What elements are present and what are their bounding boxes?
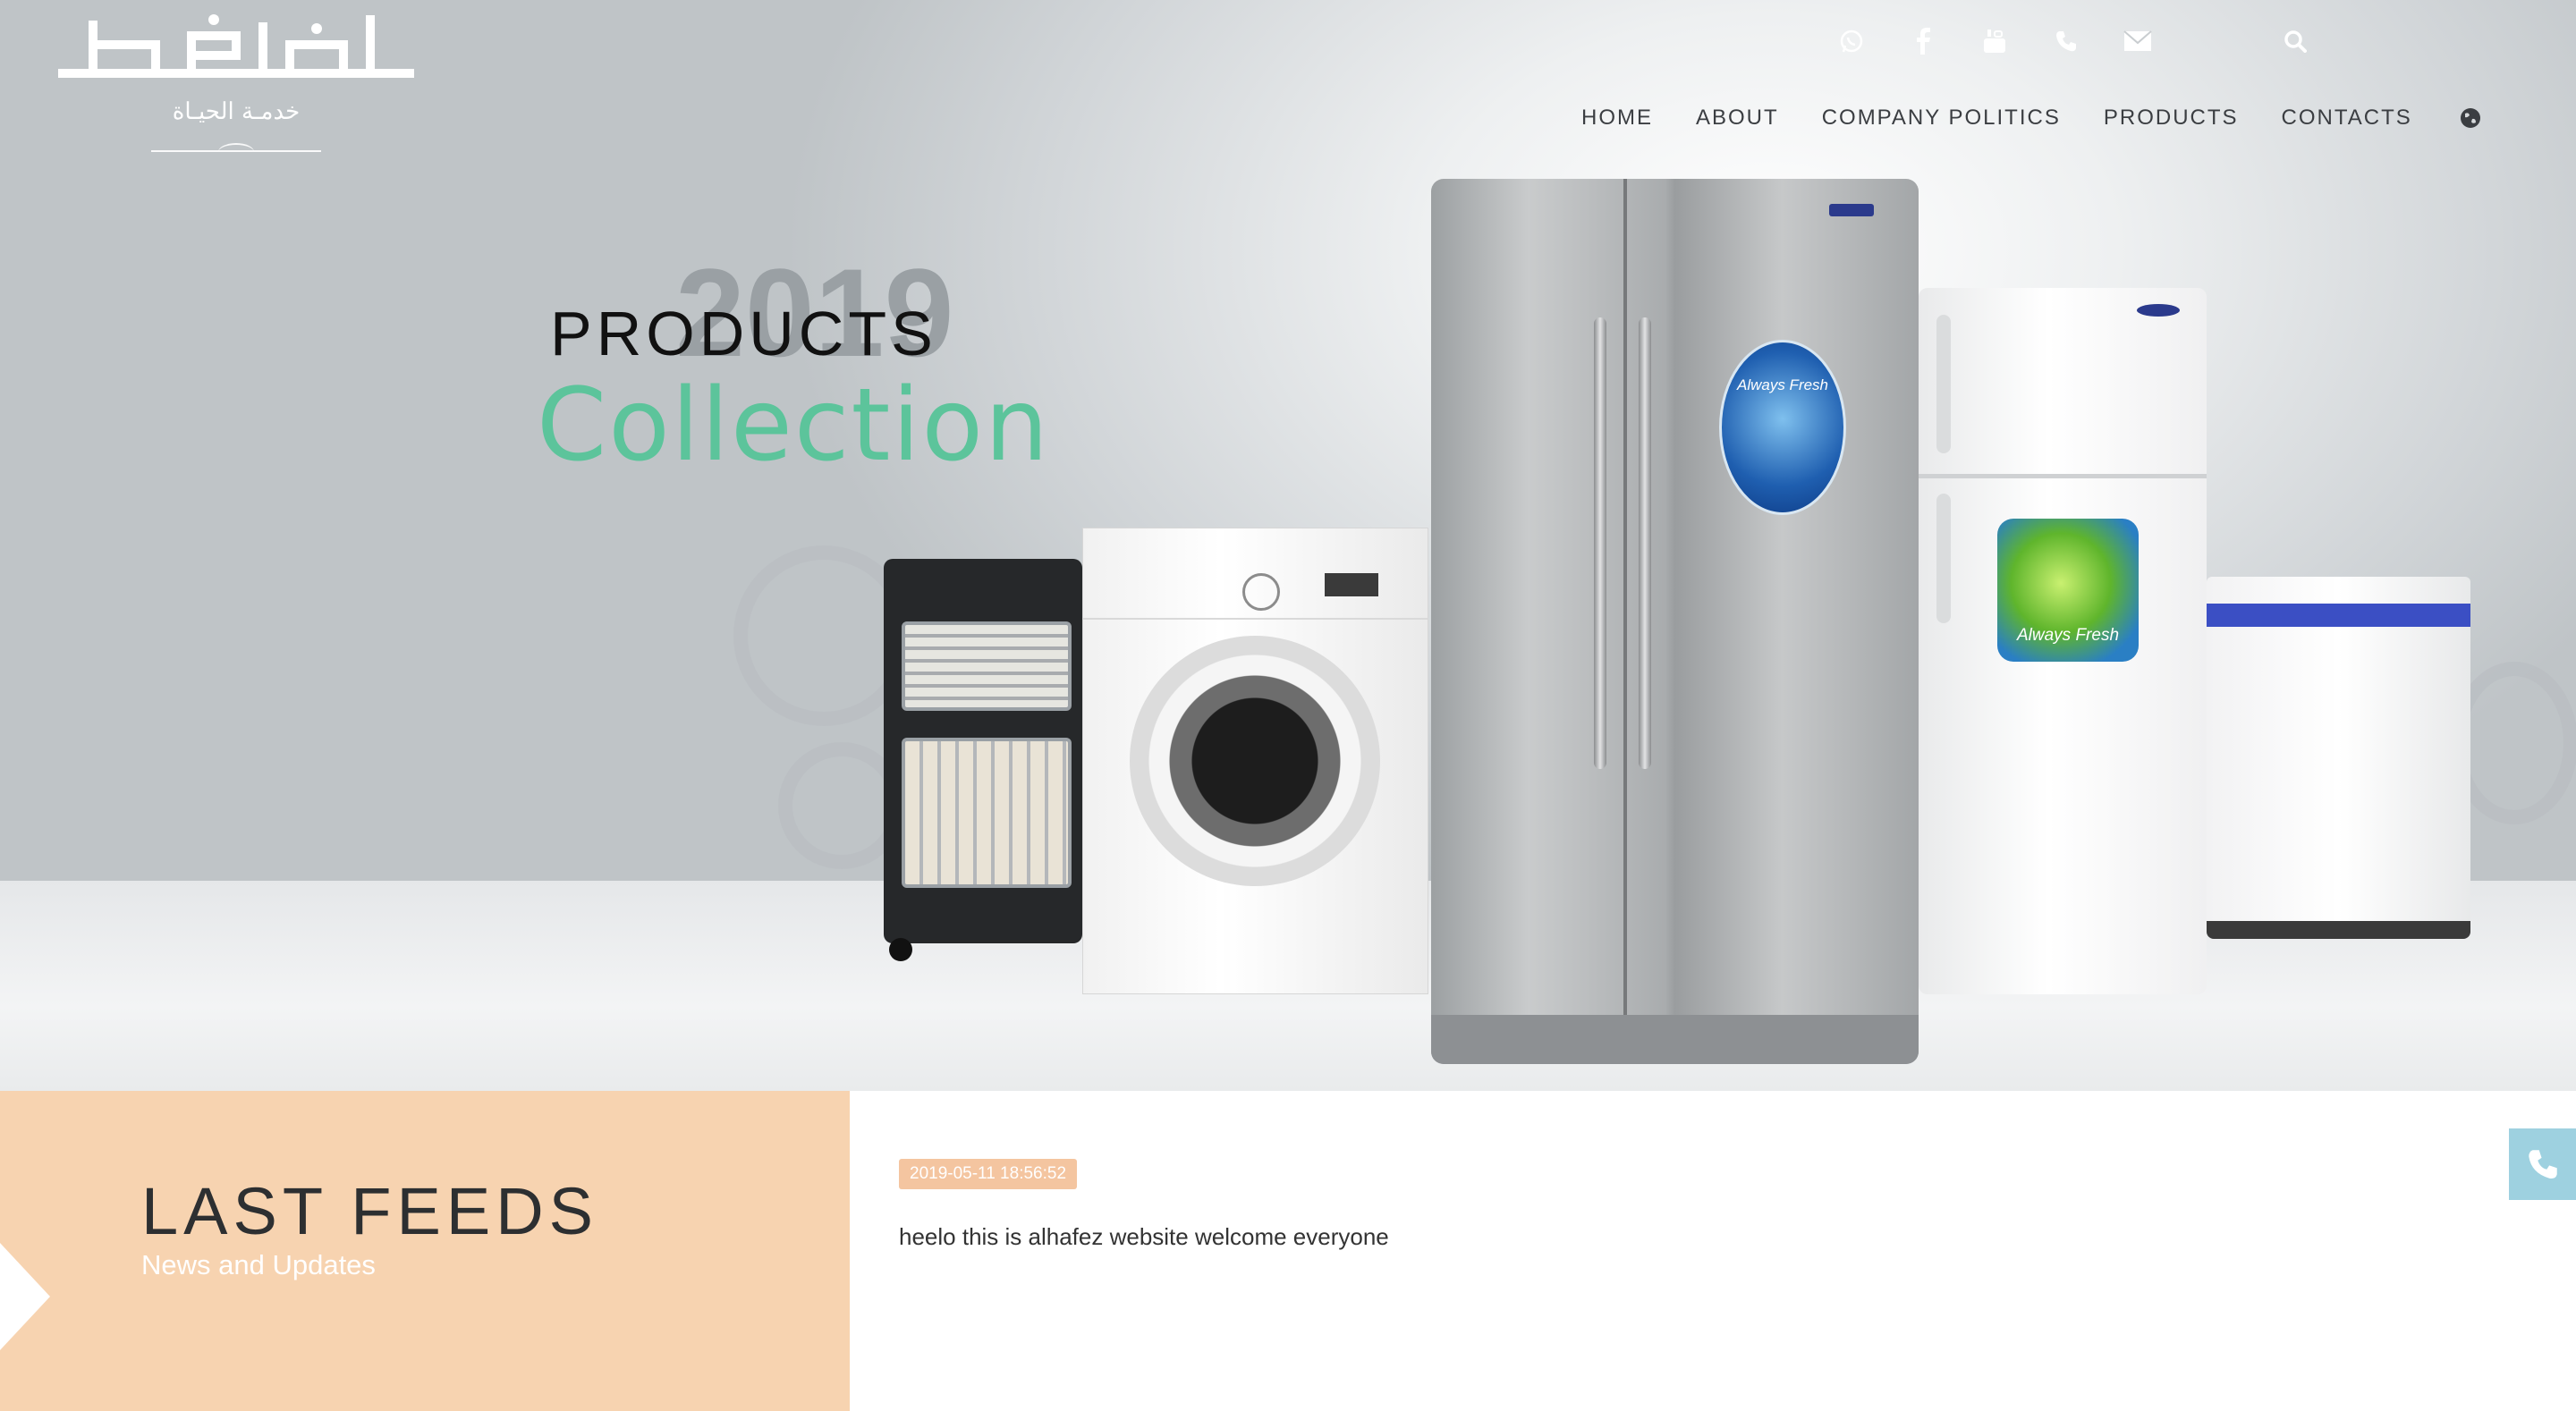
main-nav: HOME ABOUT COMPANY POLITICS PRODUCTS CON… (1581, 106, 2482, 131)
side-by-side-fridge-image: Always Fresh (1431, 179, 1919, 1064)
feeds-panel (0, 1091, 850, 1411)
fridge-handle (1936, 315, 1951, 453)
feed-item-text[interactable]: heelo this is alhafez website welcome ev… (899, 1223, 1389, 1251)
twin-tub-washer-image (2207, 577, 2470, 939)
hero-collection-label: Collection (537, 368, 1050, 484)
always-fresh-fish-badge: Always Fresh (1719, 340, 1846, 515)
search-icon (2284, 30, 2307, 53)
hero-products-label: PRODUCTS (550, 299, 937, 368)
fridge-door-seam (1919, 474, 2207, 478)
logo-ornament-icon (218, 143, 254, 161)
badge-label: Always Fresh (2016, 626, 2120, 645)
floating-call-button[interactable] (2509, 1128, 2576, 1200)
twin-tub-lid (2207, 604, 2470, 627)
globe-icon[interactable] (2459, 106, 2482, 130)
fridge-handle (1639, 317, 1651, 769)
hero-banner: خدمـة الحيـاة HOME ABOUT COMPANY POLITIC… (0, 0, 2576, 1091)
top-freezer-fridge-image: Always Fresh (1919, 288, 2207, 994)
washing-machine-image (1082, 528, 1428, 994)
site-logo[interactable]: خدمـة الحيـاة (57, 9, 415, 161)
badge-label: Always Fresh (1736, 376, 1829, 393)
youtube-icon[interactable] (1977, 23, 2012, 59)
heater-grill (902, 621, 1072, 711)
mail-icon[interactable] (2120, 23, 2156, 59)
fridge-handle (1594, 317, 1606, 769)
nav-contacts[interactable]: CONTACTS (2282, 106, 2412, 131)
logo-tagline: خدمـة الحيـاة (172, 98, 301, 125)
facebook-icon[interactable] (1905, 23, 1941, 59)
washer-door (1130, 636, 1380, 886)
nav-about[interactable]: ABOUT (1696, 106, 1779, 131)
always-fresh-apple-badge: Always Fresh (1997, 519, 2139, 662)
logo-calligraphy-icon (58, 14, 414, 78)
fridge-logo (1829, 204, 1874, 216)
nav-home[interactable]: HOME (1581, 106, 1653, 131)
whatsapp-icon[interactable] (1834, 23, 1869, 59)
gas-heater-image (884, 559, 1082, 961)
heater-wheel (889, 938, 912, 961)
fridge-logo (2137, 304, 2180, 317)
feeds-title: LAST FEEDS (141, 1174, 599, 1248)
feeds-subtitle: News and Updates (141, 1249, 376, 1280)
social-links (1834, 23, 2156, 59)
search-button[interactable] (2277, 23, 2313, 59)
nav-products[interactable]: PRODUCTS (2104, 106, 2239, 131)
feed-date-badge: 2019-05-11 18:56:52 (899, 1159, 1078, 1189)
phone-icon[interactable] (2048, 23, 2084, 59)
nav-company-politics[interactable]: COMPANY POLITICS (1822, 106, 2061, 131)
feeds-arrow-icon (0, 1243, 50, 1350)
fridge-handle (1936, 494, 1951, 623)
washer-display (1325, 573, 1378, 596)
heater-panel (902, 738, 1072, 888)
twin-tub-base (2207, 921, 2470, 939)
fridge-door-seam (1623, 179, 1627, 1015)
phone-icon (2528, 1150, 2557, 1179)
fridge-base (1431, 1015, 1919, 1064)
washer-knob (1242, 573, 1280, 611)
